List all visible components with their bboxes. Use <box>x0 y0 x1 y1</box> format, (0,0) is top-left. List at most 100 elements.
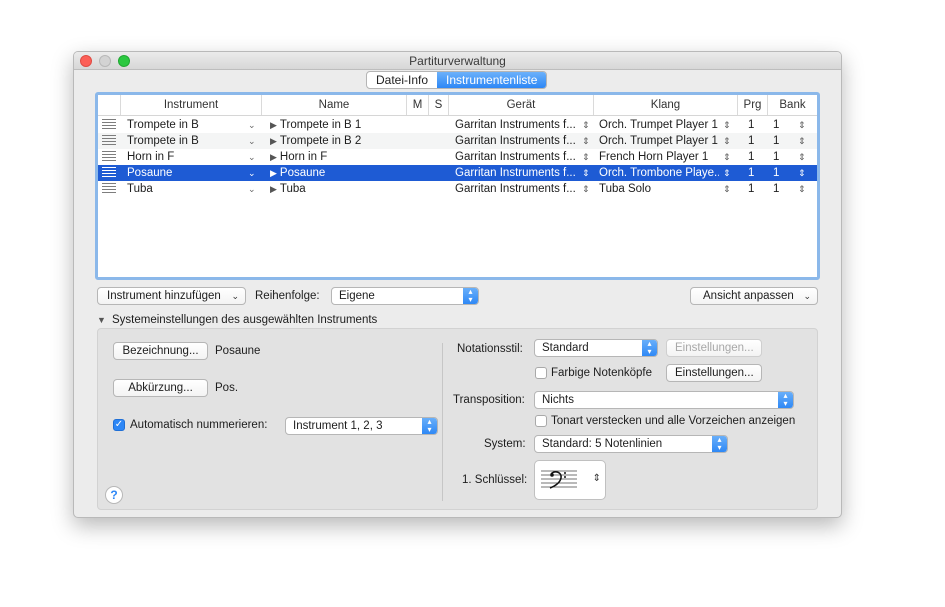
system-settings-group: Bezeichnung... Posaune Abkürzung... Pos.… <box>97 328 818 510</box>
table-row[interactable]: Trompete in B ⌄ ▶ Trompete in B 2 Garrita… <box>98 133 817 149</box>
updown-arrows-icon[interactable]: ⇕ <box>798 165 806 181</box>
colored-noteheads-checkbox[interactable] <box>535 367 547 379</box>
chevron-down-icon[interactable]: ⌄ <box>248 133 256 149</box>
table-row[interactable]: Horn in F ⌄ ▶ Horn in F Garritan Instrume… <box>98 149 817 165</box>
updown-arrows-icon[interactable]: ⇕ <box>723 149 731 165</box>
updown-arrows-icon[interactable]: ⇕ <box>723 181 731 197</box>
header-prg[interactable]: Prg <box>737 95 767 115</box>
drag-handle-icon[interactable] <box>102 151 116 162</box>
klang-cell[interactable]: Orch. Trumpet Player 1 <box>599 117 719 133</box>
abkuerzung-button[interactable]: Abkürzung... <box>113 379 208 397</box>
colored-noteheads-label: Farbige Notenköpfe <box>551 367 653 379</box>
auto-number-select[interactable]: Instrument 1, 2, 3 ▴ ▾ <box>285 417 438 435</box>
geraet-cell[interactable]: Garritan Instruments f... <box>455 149 575 165</box>
order-value: Eigene <box>339 290 375 302</box>
prg-cell[interactable]: 1 <box>748 117 760 133</box>
notation-settings-button[interactable]: Einstellungen... <box>666 339 762 357</box>
adjust-view-popup[interactable]: Ansicht anpassen ⌄ <box>690 287 818 305</box>
instrument-cell[interactable]: Horn in F <box>127 149 237 165</box>
updown-arrows-icon[interactable]: ⇕ <box>723 165 731 181</box>
header-geraet[interactable]: Gerät <box>448 95 593 115</box>
updown-arrows-icon[interactable]: ⇕ <box>582 149 590 165</box>
chevron-down-icon[interactable]: ⌄ <box>248 117 256 133</box>
klang-cell[interactable]: French Horn Player 1 <box>599 149 719 165</box>
header-bank[interactable]: Bank <box>767 95 817 115</box>
name-cell[interactable]: ▶ Tuba <box>270 181 400 197</box>
bank-cell[interactable]: 1 <box>773 181 785 197</box>
updown-arrows-icon[interactable]: ⇕ <box>582 117 590 133</box>
prg-cell[interactable]: 1 <box>748 165 760 181</box>
bank-cell[interactable]: 1 <box>773 117 785 133</box>
bank-cell[interactable]: 1 <box>773 165 785 181</box>
tab-bar: Datei-Info Instrumentenliste <box>366 71 548 89</box>
updown-arrows-icon[interactable]: ⇕ <box>798 181 806 197</box>
updown-arrows-icon[interactable]: ⇕ <box>582 181 590 197</box>
name-cell[interactable]: ▶ Posaune <box>270 165 400 181</box>
updown-arrows-icon: ▴ ▾ <box>642 340 657 356</box>
chevron-down-icon[interactable]: ⌄ <box>248 149 256 165</box>
updown-arrows-icon[interactable]: ⇕ <box>723 133 731 149</box>
header-klang[interactable]: Klang <box>593 95 737 115</box>
updown-arrows-icon[interactable]: ⇕ <box>723 117 731 133</box>
order-select[interactable]: Eigene ▴ ▾ <box>331 287 479 305</box>
system-select[interactable]: Standard: 5 Notenlinien ▴ ▾ <box>534 435 728 453</box>
table-row[interactable]: Tuba ⌄ ▶ Tuba Garritan Instruments f... ⇕… <box>98 181 817 197</box>
hide-key-checkbox[interactable] <box>535 415 547 427</box>
instrument-cell[interactable]: Posaune <box>127 165 237 181</box>
prg-cell[interactable]: 1 <box>748 133 760 149</box>
updown-arrows-icon[interactable]: ⇕ <box>798 149 806 165</box>
prg-cell[interactable]: 1 <box>748 149 760 165</box>
colored-noteheads-settings-button[interactable]: Einstellungen... <box>666 364 762 382</box>
drag-handle-icon[interactable] <box>102 167 116 178</box>
instrument-cell[interactable]: Trompete in B <box>127 117 237 133</box>
name-cell[interactable]: ▶ Trompete in B 2 <box>270 133 400 149</box>
title-bar[interactable]: Partiturverwaltung <box>74 52 841 70</box>
table-row[interactable]: Trompete in B ⌄ ▶ Trompete in B 1 Garrita… <box>98 117 817 133</box>
updown-arrows-icon: ▴ ▾ <box>712 436 727 452</box>
notation-style-select[interactable]: Standard ▴ ▾ <box>534 339 658 357</box>
header-mute[interactable]: M <box>406 95 428 115</box>
prg-cell[interactable]: 1 <box>748 181 760 197</box>
help-button[interactable]: ? <box>105 486 123 504</box>
chevron-down-icon[interactable]: ⌄ <box>248 181 256 197</box>
geraet-cell[interactable]: Garritan Instruments f... <box>455 117 575 133</box>
instrument-cell[interactable]: Trompete in B <box>127 133 237 149</box>
clef-selector[interactable]: ⇕ <box>534 460 606 500</box>
chevron-down-icon[interactable]: ⌄ <box>248 165 256 181</box>
instrument-cell[interactable]: Tuba <box>127 181 237 197</box>
drag-handle-icon[interactable] <box>102 135 116 146</box>
updown-arrows-icon[interactable]: ⇕ <box>798 117 806 133</box>
name-cell[interactable]: ▶ Trompete in B 1 <box>270 117 400 133</box>
klang-cell[interactable]: Orch. Trumpet Player 1 <box>599 133 719 149</box>
disclosure-triangle-icon[interactable]: ▶ <box>270 152 277 162</box>
header-instrument[interactable]: Instrument <box>120 95 261 115</box>
add-instrument-popup[interactable]: Instrument hinzufügen ⌄ <box>97 287 246 305</box>
updown-arrows-icon[interactable]: ⇕ <box>582 133 590 149</box>
tab-datei-info[interactable]: Datei-Info <box>367 72 437 88</box>
header-solo[interactable]: S <box>428 95 448 115</box>
disclosure-triangle-icon[interactable]: ▶ <box>270 136 277 146</box>
bank-cell[interactable]: 1 <box>773 149 785 165</box>
drag-handle-icon[interactable] <box>102 183 116 194</box>
updown-arrows-icon[interactable]: ⇕ <box>582 165 590 181</box>
geraet-cell[interactable]: Garritan Instruments f... <box>455 133 575 149</box>
transposition-select[interactable]: Nichts ▴ ▾ <box>534 391 794 409</box>
table-row-selected[interactable]: Posaune ⌄ ▶ Posaune Garritan Instruments … <box>98 165 817 181</box>
klang-cell[interactable]: Tuba Solo <box>599 181 719 197</box>
klang-cell[interactable]: Orch. Trombone Playe... <box>599 165 719 181</box>
geraet-cell[interactable]: Garritan Instruments f... <box>455 181 575 197</box>
instrument-table[interactable]: Instrument Name M S Gerät Klang Prg Bank… <box>95 92 820 280</box>
name-cell[interactable]: ▶ Horn in F <box>270 149 400 165</box>
drag-handle-icon[interactable] <box>102 119 116 130</box>
bank-cell[interactable]: 1 <box>773 133 785 149</box>
updown-arrows-icon[interactable]: ⇕ <box>798 133 806 149</box>
geraet-cell[interactable]: Garritan Instruments f... <box>455 165 575 181</box>
tab-instrumentenliste[interactable]: Instrumentenliste <box>437 72 547 88</box>
disclosure-triangle-down-icon[interactable]: ▼ <box>97 312 106 328</box>
auto-number-checkbox[interactable]: ✓ <box>113 419 125 431</box>
bezeichnung-button[interactable]: Bezeichnung... <box>113 342 208 360</box>
header-name[interactable]: Name <box>261 95 406 115</box>
disclosure-triangle-icon[interactable]: ▶ <box>270 184 277 194</box>
disclosure-triangle-icon[interactable]: ▶ <box>270 168 277 178</box>
disclosure-triangle-icon[interactable]: ▶ <box>270 120 277 130</box>
